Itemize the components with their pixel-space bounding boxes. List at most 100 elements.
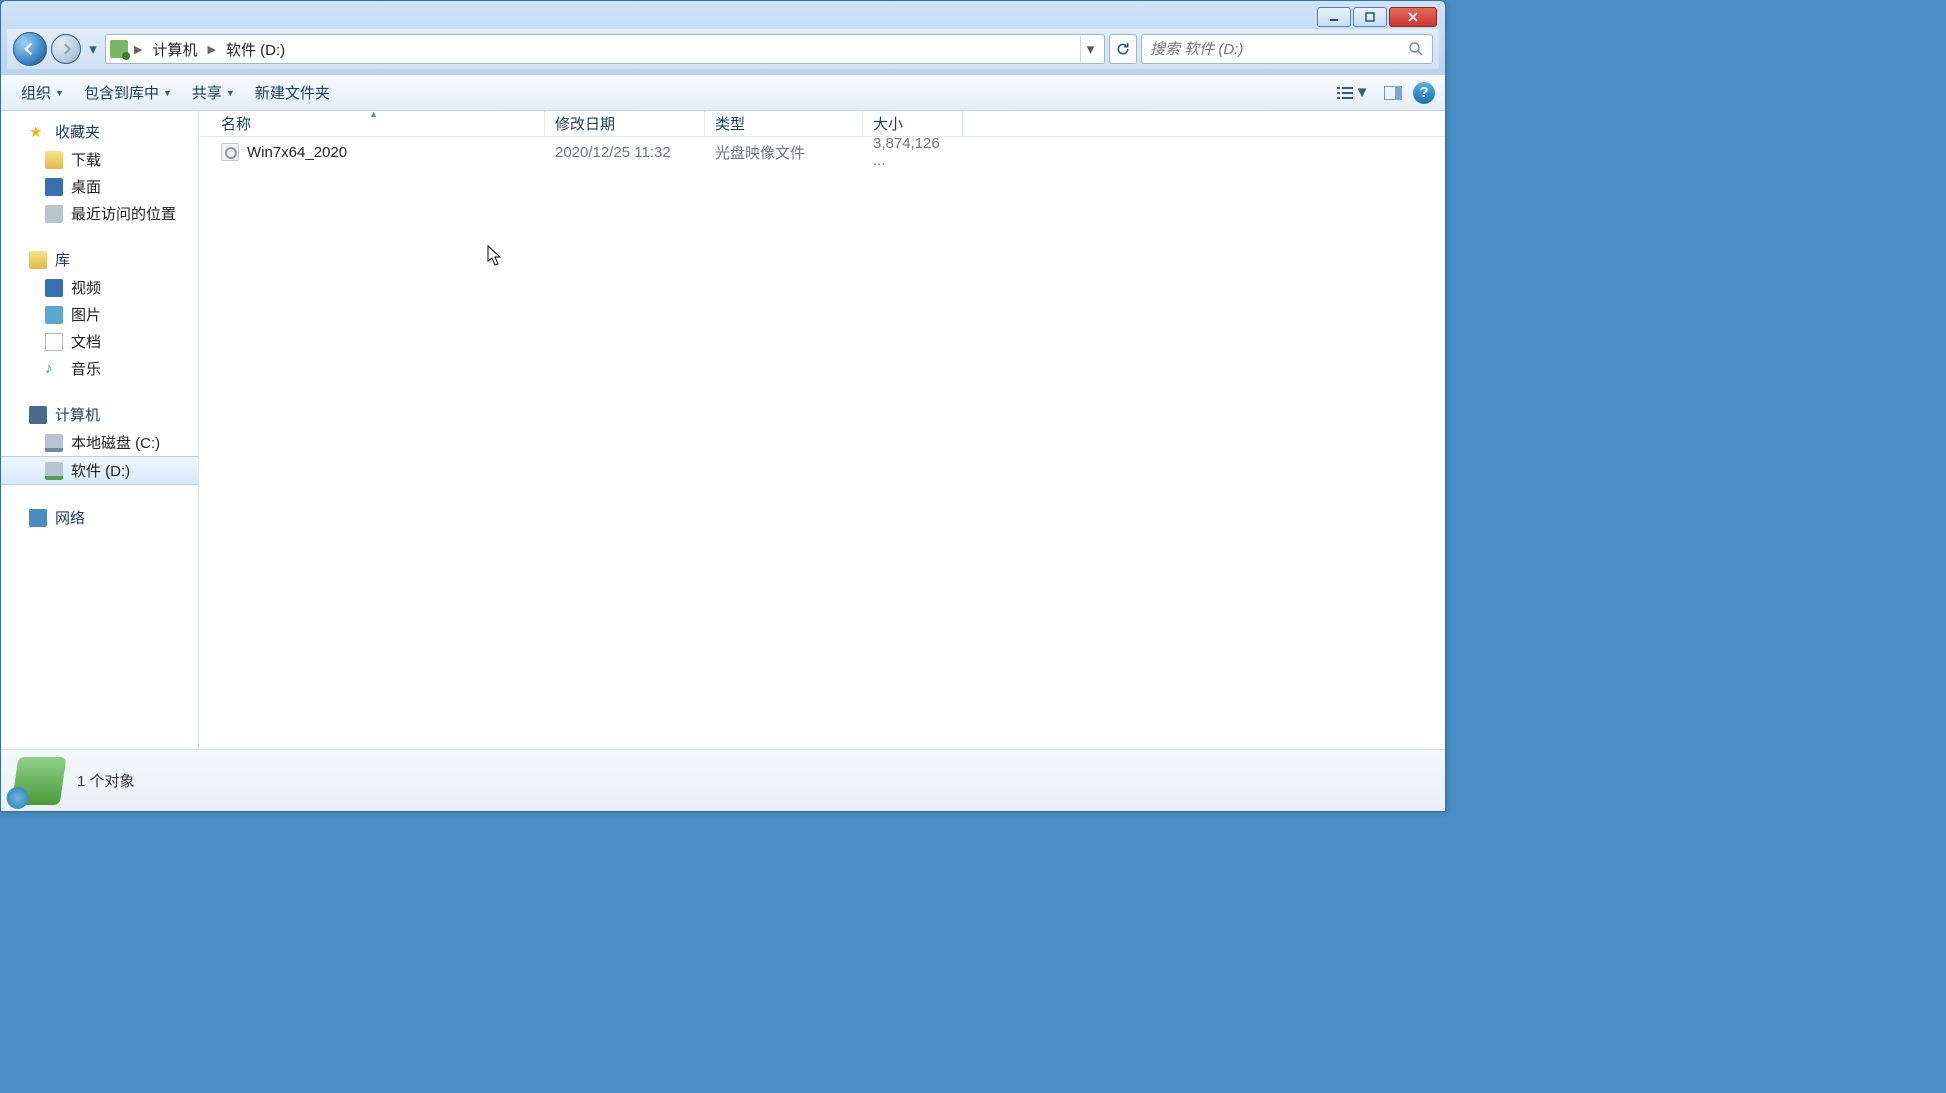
include-label: 包含到库中 [84, 82, 159, 103]
close-button[interactable] [1389, 7, 1437, 27]
chevron-down-icon: ▼ [163, 88, 172, 98]
sidebar-item-drive-d[interactable]: 软件 (D:) [1, 456, 198, 485]
mouse-cursor-icon [487, 245, 503, 267]
file-list-pane: 名称 修改日期 类型 大小 Win7x64_2020 2020/12/25 11… [199, 111, 1445, 749]
column-headers: 名称 修改日期 类型 大小 [199, 111, 1445, 137]
breadcrumb-drive[interactable]: 软件 (D:) [222, 37, 289, 62]
sidebar-item-label: 图片 [71, 304, 101, 325]
share-label: 共享 [192, 82, 222, 103]
sidebar-favorites[interactable]: ★ 收藏夹 [1, 117, 198, 146]
refresh-button[interactable] [1109, 34, 1137, 64]
music-icon: ♪ [45, 360, 63, 378]
address-bar[interactable]: ▶ 计算机 ▶ 软件 (D:) ▾ [105, 34, 1105, 64]
help-button[interactable]: ? [1413, 82, 1435, 104]
preview-pane-button[interactable] [1379, 81, 1407, 105]
new-folder-button[interactable]: 新建文件夹 [245, 78, 340, 107]
search-box[interactable] [1141, 34, 1433, 64]
computer-group: 计算机 本地磁盘 (C:) 软件 (D:) [1, 400, 198, 485]
column-label: 大小 [873, 113, 903, 134]
sidebar-item-label: 文档 [71, 331, 101, 352]
drive-status-icon [12, 757, 67, 805]
sidebar-item-label: 桌面 [71, 176, 101, 197]
network-group: 网络 [1, 503, 198, 532]
downloads-icon [45, 151, 63, 169]
star-icon: ★ [29, 123, 47, 141]
forward-button[interactable] [51, 34, 81, 64]
favorites-label: 收藏夹 [55, 121, 100, 142]
drive-icon [110, 40, 128, 58]
breadcrumb-sep-icon: ▶ [207, 43, 215, 56]
preview-pane-icon [1384, 86, 1402, 100]
desktop-icon [45, 178, 63, 196]
maximize-button[interactable] [1353, 7, 1387, 27]
sidebar-item-downloads[interactable]: 下载 [1, 146, 198, 173]
sidebar-libraries[interactable]: 库 [1, 245, 198, 274]
list-view-icon [1337, 86, 1353, 100]
explorer-body: ★ 收藏夹 下载 桌面 最近访问的位置 库 视频 图片 文档 ♪ 音乐 计算机 本地… [1, 111, 1445, 749]
network-icon [29, 509, 47, 527]
organize-button[interactable]: 组织 ▼ [11, 78, 74, 107]
chevron-down-icon: ▼ [226, 88, 235, 98]
help-icon: ? [1419, 84, 1428, 101]
window-chrome: ▾ ▶ 计算机 ▶ 软件 (D:) ▾ [1, 1, 1445, 75]
sidebar-item-label: 视频 [71, 277, 101, 298]
file-size: 3,874,126 ... [863, 135, 963, 169]
share-button[interactable]: 共享 ▼ [182, 78, 245, 107]
column-header-type[interactable]: 类型 [705, 111, 863, 136]
file-type: 光盘映像文件 [705, 142, 863, 163]
view-mode-button[interactable]: ▼ [1333, 81, 1373, 105]
network-label: 网络 [55, 507, 85, 528]
sidebar-item-label: 音乐 [71, 358, 101, 379]
include-in-library-button[interactable]: 包含到库中 ▼ [74, 78, 182, 107]
breadcrumb-computer[interactable]: 计算机 [148, 37, 201, 62]
sidebar-computer[interactable]: 计算机 [1, 400, 198, 429]
sidebar-item-desktop[interactable]: 桌面 [1, 173, 198, 200]
pictures-icon [45, 306, 63, 324]
file-name: Win7x64_2020 [247, 144, 347, 161]
sidebar-item-pictures[interactable]: 图片 [1, 301, 198, 328]
computer-icon [29, 406, 47, 424]
search-input[interactable] [1150, 41, 1408, 58]
search-icon [1408, 41, 1424, 57]
sidebar-item-label: 软件 (D:) [71, 460, 130, 481]
column-header-date[interactable]: 修改日期 [545, 111, 705, 136]
column-header-name[interactable]: 名称 [199, 111, 545, 136]
sidebar-item-drive-c[interactable]: 本地磁盘 (C:) [1, 429, 198, 456]
sidebar-item-label: 下载 [71, 149, 101, 170]
title-bar [7, 7, 1439, 29]
sidebar-item-videos[interactable]: 视频 [1, 274, 198, 301]
address-dropdown[interactable]: ▾ [1080, 36, 1100, 62]
sidebar-network[interactable]: 网络 [1, 503, 198, 532]
sidebar-item-label: 最近访问的位置 [71, 203, 176, 224]
computer-label: 计算机 [55, 404, 100, 425]
back-button[interactable] [13, 32, 47, 66]
minimize-button[interactable] [1317, 7, 1351, 27]
drive-icon [45, 434, 63, 452]
column-label: 类型 [715, 113, 745, 134]
documents-icon [45, 333, 63, 351]
sidebar-item-documents[interactable]: 文档 [1, 328, 198, 355]
sidebar-item-label: 本地磁盘 (C:) [71, 432, 160, 453]
status-bar: 1 个对象 [1, 749, 1445, 811]
nav-row: ▾ ▶ 计算机 ▶ 软件 (D:) ▾ [7, 29, 1439, 69]
sidebar-item-recent[interactable]: 最近访问的位置 [1, 200, 198, 227]
navigation-pane: ★ 收藏夹 下载 桌面 最近访问的位置 库 视频 图片 文档 ♪ 音乐 计算机 本地… [1, 111, 199, 749]
breadcrumb-sep-icon: ▶ [134, 43, 142, 56]
column-label: 修改日期 [555, 113, 615, 134]
organize-label: 组织 [21, 82, 51, 103]
iso-file-icon [221, 143, 239, 161]
file-date: 2020/12/25 11:32 [545, 144, 705, 161]
column-header-size[interactable]: 大小 [863, 111, 963, 136]
chevron-down-icon: ▼ [55, 88, 64, 98]
command-bar: 组织 ▼ 包含到库中 ▼ 共享 ▼ 新建文件夹 ▼ ? [1, 75, 1445, 111]
chevron-down-icon: ▼ [1355, 84, 1370, 101]
file-row[interactable]: Win7x64_2020 2020/12/25 11:32 光盘映像文件 3,8… [199, 137, 1445, 167]
status-text: 1 个对象 [77, 770, 135, 791]
libraries-label: 库 [55, 249, 70, 270]
nav-history-dropdown[interactable]: ▾ [85, 34, 101, 64]
library-icon [29, 251, 47, 269]
favorites-group: ★ 收藏夹 下载 桌面 最近访问的位置 [1, 117, 198, 227]
sidebar-item-music[interactable]: ♪ 音乐 [1, 355, 198, 382]
new-folder-label: 新建文件夹 [255, 82, 330, 103]
libraries-group: 库 视频 图片 文档 ♪ 音乐 [1, 245, 198, 382]
